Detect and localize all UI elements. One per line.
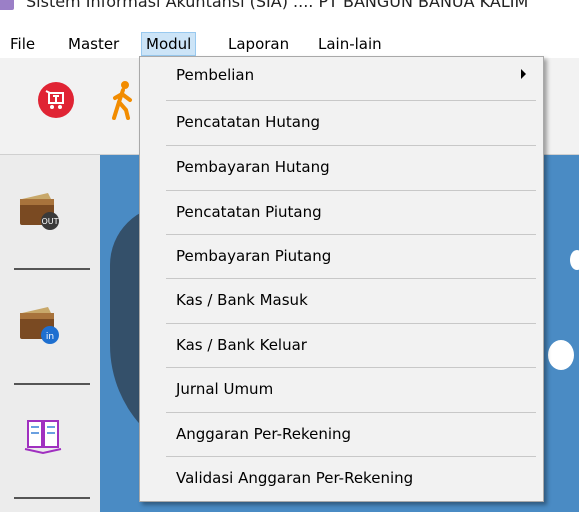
menu-item-pembelian[interactable]: Pembelian — [140, 57, 543, 97]
menu-item-anggaran-per-rekening[interactable]: Anggaran Per-Rekening — [140, 416, 543, 456]
background-dot — [570, 250, 579, 270]
menu-item-kas-bank-masuk[interactable]: Kas / Bank Masuk — [140, 282, 543, 322]
menu-laporan[interactable]: Laporan — [224, 33, 293, 55]
menu-modul[interactable]: Modul — [140, 32, 197, 56]
menu-item-kas-bank-keluar[interactable]: Kas / Bank Keluar — [140, 327, 543, 367]
menu-separator — [166, 100, 536, 101]
menu-item-label: Jurnal Umum — [176, 380, 274, 398]
shopping-cart-icon — [45, 90, 64, 109]
menu-item-pembayaran-piutang[interactable]: Pembayaran Piutang — [140, 238, 543, 278]
menu-item-label: Pencatatan Piutang — [176, 203, 322, 221]
menu-item-validasi-anggaran-per-rekening[interactable]: Validasi Anggaran Per-Rekening — [140, 460, 543, 500]
sidebar: OUT in — [0, 155, 100, 512]
menu-master[interactable]: Master — [64, 33, 123, 55]
menu-separator — [166, 234, 536, 235]
menu-separator — [166, 456, 536, 457]
window-title: Sistem Informasi Akuntansi (SIA) .... PT… — [26, 0, 529, 11]
background-dot — [548, 340, 574, 370]
modul-dropdown-menu: Pembelian Pencatatan Hutang Pembayaran H… — [139, 56, 544, 502]
sidebar-divider — [14, 497, 90, 499]
submenu-arrow-icon — [521, 69, 526, 79]
menu-file[interactable]: File — [6, 33, 39, 55]
cash-out-button[interactable]: OUT — [18, 191, 62, 235]
menu-item-label: Kas / Bank Keluar — [176, 336, 307, 354]
sidebar-divider — [14, 383, 90, 385]
journal-button[interactable] — [22, 417, 66, 461]
menu-item-pencatatan-piutang[interactable]: Pencatatan Piutang — [140, 194, 543, 234]
sidebar-divider — [14, 268, 90, 270]
open-book-icon — [24, 420, 62, 455]
menu-item-label: Kas / Bank Masuk — [176, 291, 308, 309]
wallet-out-icon: OUT — [20, 193, 59, 230]
menu-item-label: Pembayaran Hutang — [176, 158, 330, 176]
title-bar: Sistem Informasi Akuntansi (SIA) .... PT… — [0, 0, 579, 30]
wallet-in-icon: in — [20, 307, 59, 344]
menu-item-pencatatan-hutang[interactable]: Pencatatan Hutang — [140, 104, 543, 144]
menu-item-pembayaran-hutang[interactable]: Pembayaran Hutang — [140, 149, 543, 189]
menu-separator — [166, 190, 536, 191]
menu-item-label: Validasi Anggaran Per-Rekening — [176, 469, 414, 487]
menu-separator — [166, 145, 536, 146]
menu-item-label: Pembelian — [176, 66, 255, 84]
menu-separator — [166, 278, 536, 279]
app-icon — [0, 0, 14, 10]
walking-person-icon[interactable] — [110, 80, 136, 120]
menu-lain-lain[interactable]: Lain-lain — [314, 33, 386, 55]
menu-bar: File Master Modul Laporan Lain-lain — [0, 30, 579, 58]
menu-item-label: Anggaran Per-Rekening — [176, 425, 352, 443]
menu-item-label: Pembayaran Piutang — [176, 247, 332, 265]
purchase-button[interactable] — [38, 82, 74, 118]
svg-text:OUT: OUT — [41, 217, 58, 226]
menu-separator — [166, 323, 536, 324]
menu-item-jurnal-umum[interactable]: Jurnal Umum — [140, 371, 543, 411]
cash-in-button[interactable]: in — [18, 305, 62, 349]
menu-item-label: Pencatatan Hutang — [176, 113, 320, 131]
menu-separator — [166, 367, 536, 368]
menu-separator — [166, 412, 536, 413]
svg-text:in: in — [46, 332, 54, 342]
